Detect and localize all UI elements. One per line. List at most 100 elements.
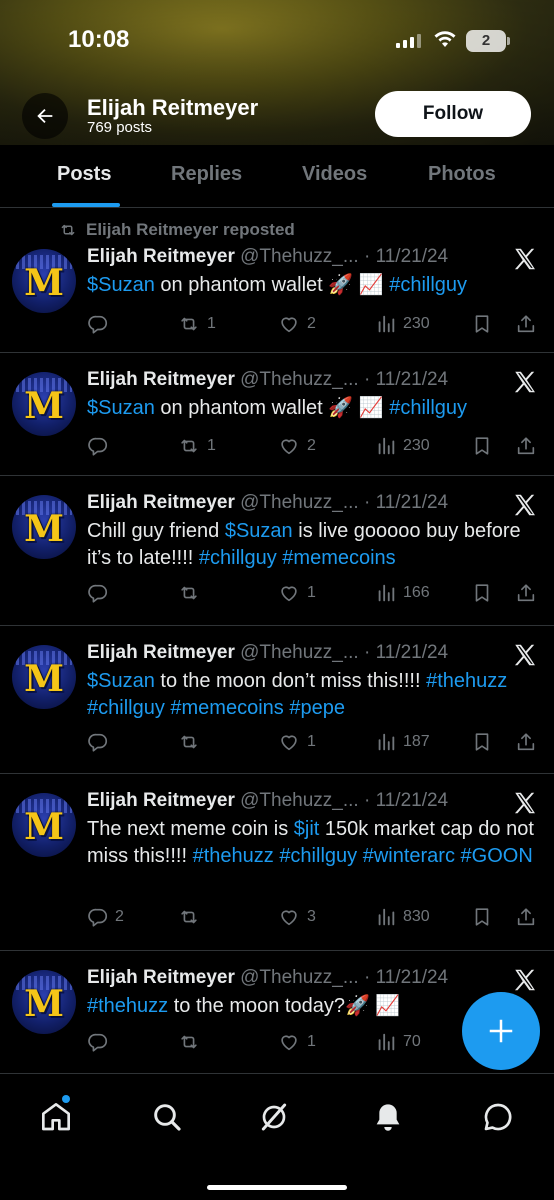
x-logo-icon [514,644,535,666]
post-link[interactable]: #chillguy [199,547,277,569]
like-button[interactable]: 3 [277,906,316,928]
status-time: 10:08 [68,26,130,53]
source-badge [512,369,538,395]
views-button[interactable]: 70 [375,1031,421,1053]
author-name[interactable]: Elijah Reitmeyer [87,492,235,513]
post-link[interactable]: #memecoins [282,547,395,569]
home-icon [42,1103,70,1131]
nav-notifications[interactable] [372,1101,404,1133]
avatar[interactable]: M [12,793,76,857]
reply-icon [87,731,109,753]
post-link[interactable]: #GOON [461,845,533,867]
post-link[interactable]: #chillguy [87,697,165,719]
reply-icon [87,906,109,928]
share-icon [515,435,537,457]
post-link[interactable]: $jit [294,818,320,840]
author-name[interactable]: Elijah Reitmeyer [87,246,235,267]
reply-count: 2 [115,908,124,925]
views-icon [375,435,397,457]
views-button[interactable]: 830 [375,906,430,928]
views-button[interactable]: 187 [375,731,430,753]
nav-home[interactable] [40,1101,72,1133]
post-link[interactable]: #memecoins [170,697,283,719]
repost-button[interactable] [177,731,207,753]
share-button[interactable] [515,435,537,457]
post-header: Elijah Reitmeyer @Thehuzz_... · 11/21/24 [87,967,448,989]
avatar[interactable]: M [12,372,76,436]
notification-dot [62,1095,70,1103]
like-button[interactable]: 1 [277,1031,316,1053]
avatar[interactable]: M [12,249,76,313]
tab-photos[interactable]: Photos [428,163,496,186]
tab-posts[interactable]: Posts [57,163,111,186]
like-button[interactable]: 2 [277,435,316,457]
repost-icon [177,435,201,457]
repost-icon [177,582,201,604]
post-link[interactable]: $Suzan [225,520,293,542]
share-button[interactable] [515,582,537,604]
post-link[interactable]: $Suzan [87,397,155,419]
avatar[interactable]: M [12,645,76,709]
post-link[interactable]: $Suzan [87,670,155,692]
repost-icon [177,1031,201,1053]
post-link[interactable]: #thehuzz [426,670,507,692]
post-link[interactable]: #chillguy [389,274,467,296]
reply-button[interactable] [87,435,115,457]
share-button[interactable] [515,313,537,335]
repost-button[interactable]: 1 [177,313,216,335]
author-name[interactable]: Elijah Reitmeyer [87,967,235,988]
reply-button[interactable] [87,313,115,335]
follow-button[interactable]: Follow [375,91,531,137]
post-text-segment: on phantom wallet 🚀 📈 [154,274,390,296]
post-link[interactable]: #thehuzz [193,845,274,867]
views-button[interactable]: 230 [375,435,430,457]
repost-button[interactable] [177,1031,207,1053]
repost-button[interactable] [177,582,207,604]
author-name[interactable]: Elijah Reitmeyer [87,369,235,390]
post-link[interactable]: #winterarc [363,845,455,867]
avatar[interactable]: M [12,970,76,1034]
post-link[interactable]: #chillguy [279,845,357,867]
post-link[interactable]: #thehuzz [87,995,168,1017]
post-link[interactable]: #chillguy [389,397,467,419]
views-button[interactable]: 230 [375,313,430,335]
avatar[interactable]: M [12,495,76,559]
search-icon [154,1104,181,1131]
bookmark-button[interactable] [471,435,493,457]
post-text: The next meme coin is $jit 150k market c… [87,816,537,870]
like-button[interactable]: 2 [277,313,316,335]
bookmark-button[interactable] [471,313,493,335]
like-button[interactable]: 1 [277,731,316,753]
reply-button[interactable] [87,731,115,753]
post-actions: 1 2 230 [87,313,537,339]
repost-icon [177,906,201,928]
source-badge [512,967,538,993]
bookmark-button[interactable] [471,906,493,928]
repost-button[interactable]: 1 [177,435,216,457]
views-button[interactable]: 166 [375,582,430,604]
share-button[interactable] [515,906,537,928]
author-handle-date: @Thehuzz_... · 11/21/24 [240,492,449,513]
back-button[interactable] [22,93,68,139]
reply-button[interactable] [87,582,115,604]
nav-search[interactable] [151,1101,183,1133]
post-text: $Suzan on phantom wallet 🚀 📈 #chillguy [87,272,537,299]
post-link[interactable]: #pepe [289,697,345,719]
nav-grok[interactable] [258,1101,290,1133]
bookmark-button[interactable] [471,582,493,604]
tab-replies[interactable]: Replies [171,163,242,186]
reply-button[interactable]: 2 [87,906,124,928]
like-button[interactable]: 1 [277,582,316,604]
nav-messages[interactable] [482,1101,514,1133]
compose-button[interactable] [462,992,540,1070]
post-header: Elijah Reitmeyer @Thehuzz_... · 11/21/24 [87,492,448,514]
repost-count: 1 [207,437,216,454]
reply-button[interactable] [87,1031,115,1053]
author-name[interactable]: Elijah Reitmeyer [87,790,235,811]
tab-videos[interactable]: Videos [302,163,367,186]
share-button[interactable] [515,731,537,753]
repost-button[interactable] [177,906,207,928]
bookmark-button[interactable] [471,731,493,753]
author-name[interactable]: Elijah Reitmeyer [87,642,235,663]
post-link[interactable]: $Suzan [87,274,155,296]
